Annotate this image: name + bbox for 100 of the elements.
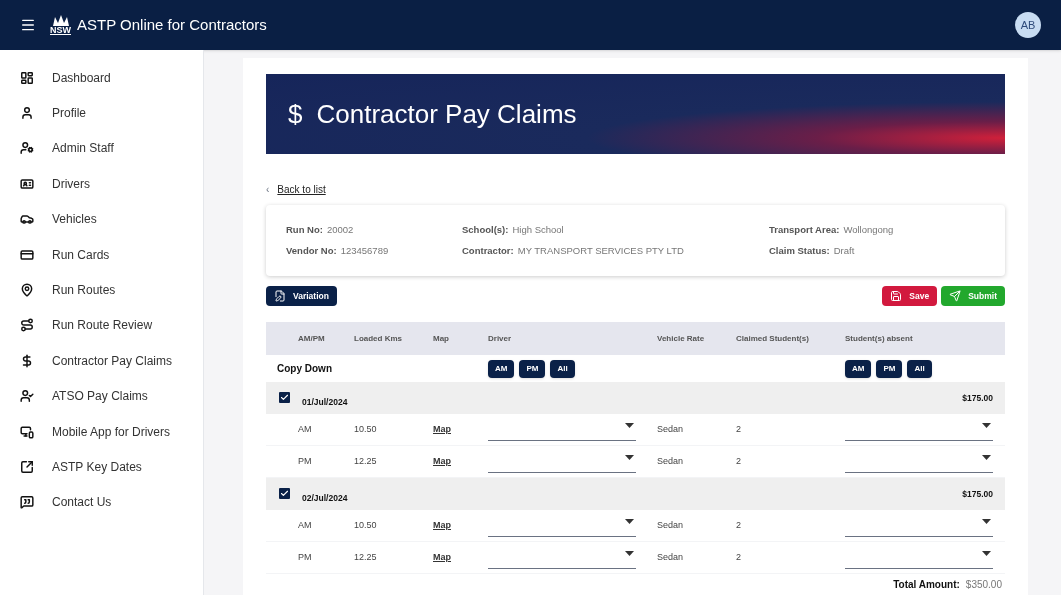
caret-icon — [625, 454, 634, 460]
person-gear-icon — [20, 141, 34, 156]
sidebar-item[interactable]: Contractor Pay Claims — [0, 343, 203, 379]
table-cell-text: Sedan — [657, 550, 685, 564]
copy-down-button[interactable]: All — [907, 359, 932, 378]
table-cell-text: 2 — [736, 550, 742, 564]
waratah-icon — [50, 15, 71, 26]
table-cell-text: 10.50 — [354, 422, 378, 436]
sidebar-item[interactable]: Mobile App for Drivers — [0, 413, 203, 450]
info-value: 20002 — [326, 222, 354, 237]
column-header: Driver — [488, 332, 513, 345]
date-label: 02/Jul/2024 — [302, 492, 348, 505]
person-icon — [20, 106, 34, 121]
info-label: Vendor No: — [286, 244, 337, 258]
caret-icon — [625, 422, 634, 428]
copy-down-label: Copy Down — [276, 362, 333, 376]
table-cell-text: Sedan — [657, 422, 685, 436]
column-header: Loaded Kms — [354, 332, 403, 345]
checkbox[interactable] — [279, 392, 290, 403]
column-header: Map — [433, 332, 450, 345]
map-pin-icon — [20, 283, 34, 298]
column-header: Claimed Student(s) — [736, 332, 810, 345]
copy-down-button[interactable]: AM — [845, 359, 872, 378]
back-link[interactable]: Back to list — [277, 182, 326, 197]
info-value: 123456789 — [340, 244, 389, 258]
total-value: $350.00 — [965, 577, 1002, 592]
copy-down-button[interactable]: PM — [519, 359, 546, 378]
file-edit-icon — [274, 290, 286, 302]
external-link-icon — [20, 460, 34, 474]
sidebar-item[interactable]: Run Route Review — [0, 307, 203, 344]
table-cell-text: PM — [298, 550, 313, 564]
table-cell-text: AM — [298, 422, 313, 436]
info-value: MY TRANSPORT SERVICES PTY LTD — [517, 244, 684, 258]
dollar-icon — [20, 353, 34, 368]
sidebar-item[interactable]: ASTP Key Dates — [0, 449, 203, 485]
save-icon — [890, 290, 903, 302]
table-cell-text: 10.50 — [354, 518, 378, 532]
caret-icon — [625, 550, 634, 556]
dollar-symbol: $ — [288, 97, 303, 131]
sidebar-item[interactable]: Dashboard — [0, 60, 203, 96]
table-cell-text: 12.25 — [354, 454, 378, 468]
total-label: Total Amount: — [893, 577, 960, 592]
copy-down-button[interactable]: All — [550, 359, 575, 378]
chat-icon — [20, 495, 34, 510]
table-cell-text: 2 — [736, 454, 742, 468]
check-icon — [280, 393, 289, 402]
sidebar-item[interactable]: Vehicles — [0, 201, 203, 237]
route-icon — [20, 318, 34, 333]
person-check-icon — [20, 389, 34, 404]
check-icon — [280, 489, 289, 498]
avatar[interactable]: AB — [1015, 12, 1041, 38]
info-value: Wollongong — [843, 222, 894, 237]
info-label: School(s): — [462, 222, 509, 237]
table-cell-text: 2 — [736, 518, 742, 532]
send-icon — [949, 290, 962, 302]
page-title: Contractor Pay Claims — [316, 97, 577, 131]
table-cell-text: 12.25 — [354, 550, 378, 564]
car-icon — [20, 212, 34, 227]
info-value: Draft — [833, 244, 855, 258]
menu-icon[interactable] — [20, 17, 36, 33]
map-link[interactable]: Map — [433, 518, 488, 533]
dashboard-icon — [20, 70, 34, 85]
caret-icon — [625, 518, 634, 524]
table-cell-text: AM — [298, 518, 313, 532]
variation-button[interactable]: Variation — [266, 286, 337, 306]
caret-icon — [982, 518, 991, 524]
sidebar-item[interactable]: Profile — [0, 95, 203, 131]
sidebar-item[interactable]: Run Routes — [0, 272, 203, 308]
table-cell-text: PM — [298, 454, 313, 468]
day-amount: $175.00 — [962, 488, 993, 501]
day-amount: $175.00 — [962, 392, 993, 405]
date-label: 01/Jul/2024 — [302, 396, 348, 409]
info-label: Claim Status: — [769, 244, 830, 258]
sidebar-item[interactable]: Drivers — [0, 166, 203, 202]
table-cell-text: Sedan — [657, 454, 685, 468]
map-link[interactable]: Map — [433, 422, 488, 437]
info-label: Contractor: — [462, 244, 514, 258]
map-link[interactable]: Map — [433, 454, 488, 469]
sidebar-item[interactable]: Admin Staff — [0, 130, 203, 167]
sidebar-item[interactable]: Contact Us — [0, 484, 203, 521]
app-title: ASTP Online for Contractors — [77, 14, 267, 35]
column-header: Vehicle Rate — [657, 332, 706, 345]
card-icon — [20, 247, 34, 262]
copy-down-button[interactable]: PM — [876, 359, 903, 378]
info-label: Run No: — [286, 222, 323, 237]
caret-icon — [982, 454, 991, 460]
devices-icon — [20, 424, 34, 439]
copy-down-button[interactable]: AM — [488, 359, 515, 378]
sidebar-item[interactable]: Run Cards — [0, 236, 203, 273]
save-button[interactable]: Save — [882, 286, 938, 306]
sidebar-item[interactable]: ATSO Pay Claims — [0, 378, 203, 414]
id-card-icon — [20, 176, 34, 191]
map-link[interactable]: Map — [433, 550, 488, 565]
info-value: High School — [512, 222, 564, 237]
column-header: Student(s) absent — [845, 332, 914, 345]
checkbox[interactable] — [279, 488, 290, 499]
column-header: AM/PM — [298, 332, 326, 345]
chevron-icon: ‹ — [266, 182, 270, 197]
table-cell-text: 2 — [736, 422, 742, 436]
logo-text: NSW — [50, 26, 71, 35]
